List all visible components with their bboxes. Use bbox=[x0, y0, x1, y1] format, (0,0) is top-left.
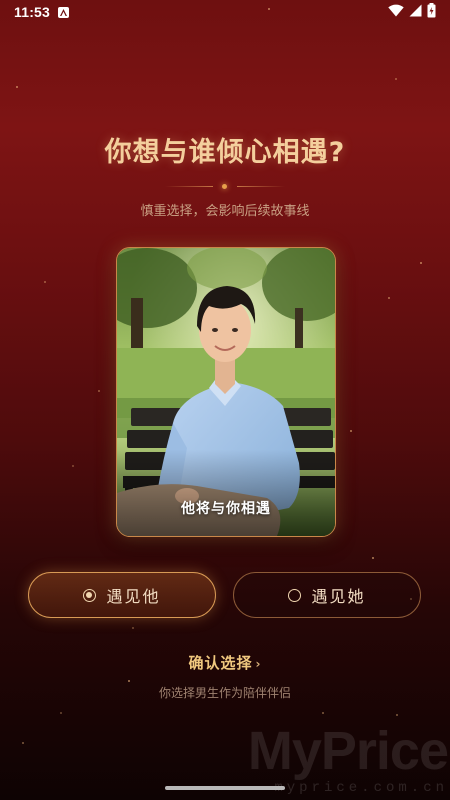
signal-icon bbox=[409, 4, 422, 20]
page-subtitle: 慎重选择，会影响后续故事线 bbox=[140, 204, 310, 219]
title-divider bbox=[165, 184, 285, 189]
wifi-icon bbox=[388, 4, 404, 20]
chevron-right-icon: › bbox=[255, 657, 262, 671]
a-icon bbox=[58, 6, 70, 18]
radio-unchecked-icon bbox=[288, 588, 302, 602]
confirm-label: 确认选择 bbox=[188, 654, 253, 672]
watermark-url: myprice.com.cn bbox=[274, 780, 448, 796]
selection-hint: 你选择男生作为陪伴伴侣 bbox=[158, 686, 291, 700]
status-bar: 11:53 bbox=[0, 0, 450, 24]
watermark-logo: MyPrice bbox=[247, 721, 449, 781]
photo-caption: 他将与你相遇 bbox=[181, 501, 271, 517]
page-title: 你想与谁倾心相遇? bbox=[104, 137, 346, 168]
meet-her-button[interactable]: 遇见她 bbox=[233, 572, 421, 618]
divider-dot-icon bbox=[222, 184, 227, 189]
meet-him-button[interactable]: 遇见他 bbox=[28, 572, 216, 618]
radio-checked-icon bbox=[83, 588, 97, 602]
meet-her-label: 遇见她 bbox=[311, 587, 366, 606]
status-time: 11:53 bbox=[14, 4, 51, 20]
battery-icon bbox=[427, 3, 436, 21]
home-indicator[interactable] bbox=[165, 786, 285, 790]
man-on-park-bench-image bbox=[117, 248, 335, 536]
companion-photo-card: 他将与你相遇 bbox=[116, 247, 336, 537]
confirm-selection-button[interactable]: 确认选择 › bbox=[0, 652, 450, 673]
meet-him-label: 遇见他 bbox=[106, 587, 161, 606]
